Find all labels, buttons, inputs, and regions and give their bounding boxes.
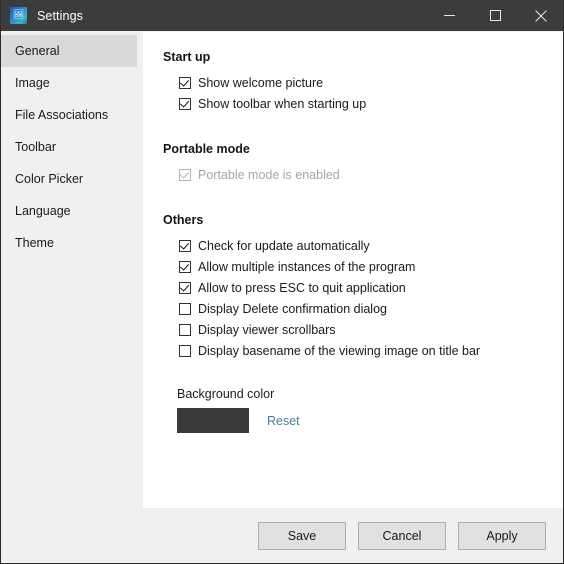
background-color-section: Background color Reset <box>177 387 563 433</box>
window-controls <box>426 0 563 31</box>
checkbox-icon[interactable] <box>179 260 191 273</box>
sidebar-item-toolbar[interactable]: Toolbar <box>1 131 142 163</box>
checkbox-label: Show welcome picture <box>198 75 324 90</box>
checkbox-icon <box>179 168 191 181</box>
group-title-portable-mode: Portable mode <box>163 142 250 156</box>
window-title: Settings <box>37 8 83 23</box>
sidebar-item-color-picker[interactable]: Color Picker <box>1 163 142 195</box>
background-color-reset-link[interactable]: Reset <box>267 414 300 428</box>
checkbox-row-portable-mode-enabled: Portable mode is enabled <box>179 164 563 185</box>
checkbox-label: Allow to press ESC to quit application <box>198 280 406 295</box>
sidebar-item-general[interactable]: General <box>1 35 137 67</box>
settings-sidebar: General Image File Associations Toolbar … <box>1 31 142 563</box>
sidebar-item-label: General <box>15 44 60 58</box>
background-color-label: Background color <box>177 387 275 401</box>
sidebar-item-language[interactable]: Language <box>1 195 142 227</box>
checkbox-label: Display viewer scrollbars <box>198 322 336 337</box>
checkbox-label: Check for update automatically <box>198 238 370 253</box>
settings-window: Settings General Image File Associations… <box>0 0 564 564</box>
checkbox-icon[interactable] <box>179 76 191 89</box>
checkbox-icon[interactable] <box>179 323 191 336</box>
checkbox-icon[interactable] <box>179 302 191 315</box>
sidebar-item-label: Toolbar <box>15 140 56 154</box>
background-color-row: Reset <box>177 408 563 433</box>
checkbox-icon[interactable] <box>179 239 191 252</box>
save-button[interactable]: Save <box>258 521 346 550</box>
settings-content-panel: Start up Show welcome picture Show toolb… <box>143 32 563 508</box>
checkbox-row-show-welcome-picture[interactable]: Show welcome picture <box>179 72 563 93</box>
checkbox-row-display-basename-on-title-bar[interactable]: Display basename of the viewing image on… <box>179 340 563 361</box>
checkbox-icon[interactable] <box>179 281 191 294</box>
checkbox-row-check-for-update-automatically[interactable]: Check for update automatically <box>179 235 563 256</box>
dialog-footer: Save Cancel Apply <box>1 508 563 563</box>
checkbox-label: Display basename of the viewing image on… <box>198 343 481 358</box>
checkbox-icon[interactable] <box>179 97 191 110</box>
close-icon[interactable] <box>518 0 563 31</box>
minimize-icon[interactable] <box>426 0 472 31</box>
checkbox-label: Show toolbar when starting up <box>198 96 367 111</box>
sidebar-item-label: Language <box>15 204 71 218</box>
checkbox-row-allow-esc-to-quit[interactable]: Allow to press ESC to quit application <box>179 277 563 298</box>
checkbox-label: Display Delete confirmation dialog <box>198 301 387 316</box>
title-bar: Settings <box>1 0 563 31</box>
sidebar-item-file-associations[interactable]: File Associations <box>1 99 142 131</box>
sidebar-item-label: Theme <box>15 236 54 250</box>
sidebar-item-label: Color Picker <box>15 172 84 186</box>
apply-button[interactable]: Apply <box>458 521 546 550</box>
checkbox-row-show-toolbar-when-starting-up[interactable]: Show toolbar when starting up <box>179 93 563 114</box>
sidebar-item-label: File Associations <box>15 108 109 122</box>
maximize-icon[interactable] <box>472 0 518 31</box>
checkbox-row-display-viewer-scrollbars[interactable]: Display viewer scrollbars <box>179 319 563 340</box>
sidebar-item-label: Image <box>15 76 50 90</box>
checkbox-label: Portable mode is enabled <box>198 167 340 182</box>
checkbox-label: Allow multiple instances of the program <box>198 259 416 274</box>
checkbox-icon[interactable] <box>179 344 191 357</box>
sidebar-item-image[interactable]: Image <box>1 67 142 99</box>
sidebar-item-theme[interactable]: Theme <box>1 227 142 259</box>
cancel-button[interactable]: Cancel <box>358 521 446 550</box>
group-title-others: Others <box>163 213 204 227</box>
checkbox-row-display-delete-confirmation-dialog[interactable]: Display Delete confirmation dialog <box>179 298 563 319</box>
image-viewer-icon <box>10 7 27 24</box>
group-title-startup: Start up <box>163 50 211 64</box>
background-color-swatch[interactable] <box>177 408 249 433</box>
checkbox-row-allow-multiple-instances[interactable]: Allow multiple instances of the program <box>179 256 563 277</box>
